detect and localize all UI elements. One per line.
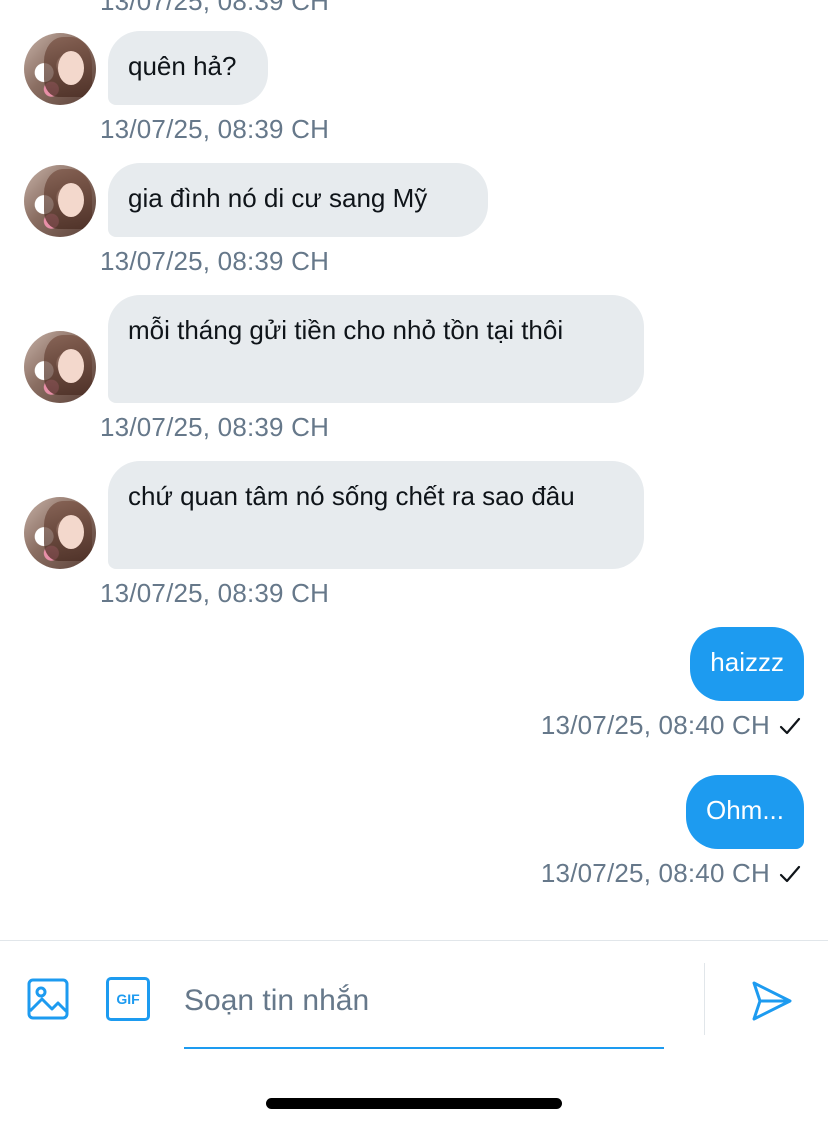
message-thread[interactable]: 13/07/25, 08:39 CH quên hả? 13/07/25, 08… — [0, 0, 828, 940]
incoming-message-bubble[interactable]: gia đình nó di cư sang Mỹ — [108, 163, 488, 237]
gif-icon[interactable]: GIF — [106, 977, 150, 1021]
avatar[interactable] — [24, 33, 96, 105]
gif-label: GIF — [116, 991, 140, 1007]
checkmark-icon — [779, 865, 801, 883]
message-timestamp: 13/07/25, 08:40 CH — [540, 710, 770, 740]
incoming-message-bubble[interactable]: quên hả? — [108, 31, 268, 105]
outgoing-message-bubble[interactable]: Ohm... — [685, 775, 804, 849]
message-timestamp: 13/07/25, 08:39 CH — [100, 578, 330, 608]
message-text: quên hả? — [128, 51, 237, 81]
avatar[interactable] — [24, 331, 96, 403]
incoming-message-bubble[interactable]: mỗi tháng gửi tiền cho nhỏ tồn tại thôi — [108, 295, 644, 403]
message-input-wrapper — [184, 971, 664, 1049]
incoming-message-bubble[interactable]: chứ quan tâm nó sống chết ra sao đâu — [108, 461, 644, 569]
message-timestamp: 13/07/25, 08:39 CH — [100, 0, 330, 16]
message-text: Ohm... — [705, 795, 784, 825]
composer-divider — [704, 963, 705, 1035]
avatar[interactable] — [24, 165, 96, 237]
send-icon[interactable] — [750, 979, 794, 1023]
message-text: haizzz — [710, 647, 784, 677]
message-timestamp: 13/07/25, 08:39 CH — [100, 114, 330, 144]
message-text: mỗi tháng gửi tiền cho nhỏ tồn tại thôi — [128, 315, 564, 345]
message-timestamp: 13/07/25, 08:40 CH — [540, 858, 770, 888]
message-text: gia đình nó di cư sang Mỹ — [128, 183, 428, 213]
message-timestamp: 13/07/25, 08:39 CH — [100, 246, 330, 276]
message-timestamp: 13/07/25, 08:39 CH — [100, 412, 330, 442]
outgoing-message-bubble[interactable]: haizzz — [690, 627, 804, 701]
message-text: chứ quan tâm nó sống chết ra sao đâu — [128, 481, 575, 511]
avatar[interactable] — [24, 497, 96, 569]
image-icon[interactable] — [26, 977, 70, 1021]
message-input[interactable] — [184, 971, 664, 1031]
checkmark-icon — [779, 717, 801, 735]
home-indicator — [266, 1098, 562, 1109]
